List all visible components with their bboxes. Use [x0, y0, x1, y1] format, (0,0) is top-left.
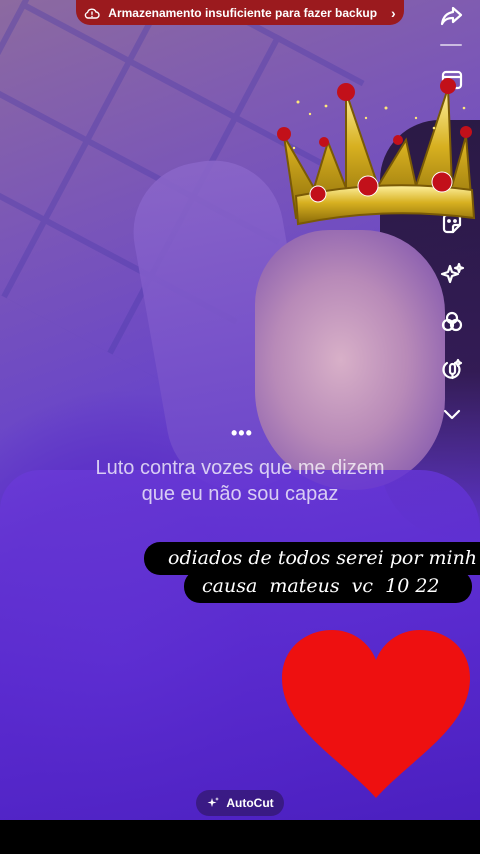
lyrics-line-2: que eu não sou capaz — [141, 483, 339, 505]
cloud-warning-icon — [85, 8, 100, 19]
options-dots[interactable]: ••• — [231, 424, 253, 442]
caption-text-overlay[interactable]: odiados de todos serei por minh causa ma… — [144, 542, 480, 603]
share-arrow-icon[interactable] — [436, 0, 468, 32]
voice-effect-icon[interactable] — [436, 354, 468, 386]
chevron-down-icon[interactable] — [436, 398, 468, 430]
lyrics-overlay[interactable]: Luto contra vozes que me dizem que eu nã… — [60, 455, 420, 507]
sparkle-icon — [207, 797, 220, 807]
crown-sticker[interactable] — [266, 78, 480, 228]
storage-warning-banner[interactable]: Armazenamento insuficiente para fazer ba… — [76, 0, 404, 25]
banner-text: Armazenamento insuficiente para fazer ba… — [108, 5, 378, 20]
chevron-right-icon: › — [391, 4, 396, 21]
caption-line-2: causa mateus vc 10 22 — [184, 570, 472, 603]
filters-circles-icon[interactable] — [436, 306, 468, 338]
autocut-label: AutoCut — [226, 796, 274, 810]
autocut-button[interactable]: AutoCut — [196, 790, 284, 816]
lyrics-line-1: Luto contra vozes que me dizem — [95, 457, 385, 479]
heart-sticker[interactable] — [280, 628, 472, 800]
background-face — [255, 230, 445, 490]
toolbar-divider — [440, 44, 462, 46]
effects-sparkle-icon[interactable] — [436, 258, 468, 290]
